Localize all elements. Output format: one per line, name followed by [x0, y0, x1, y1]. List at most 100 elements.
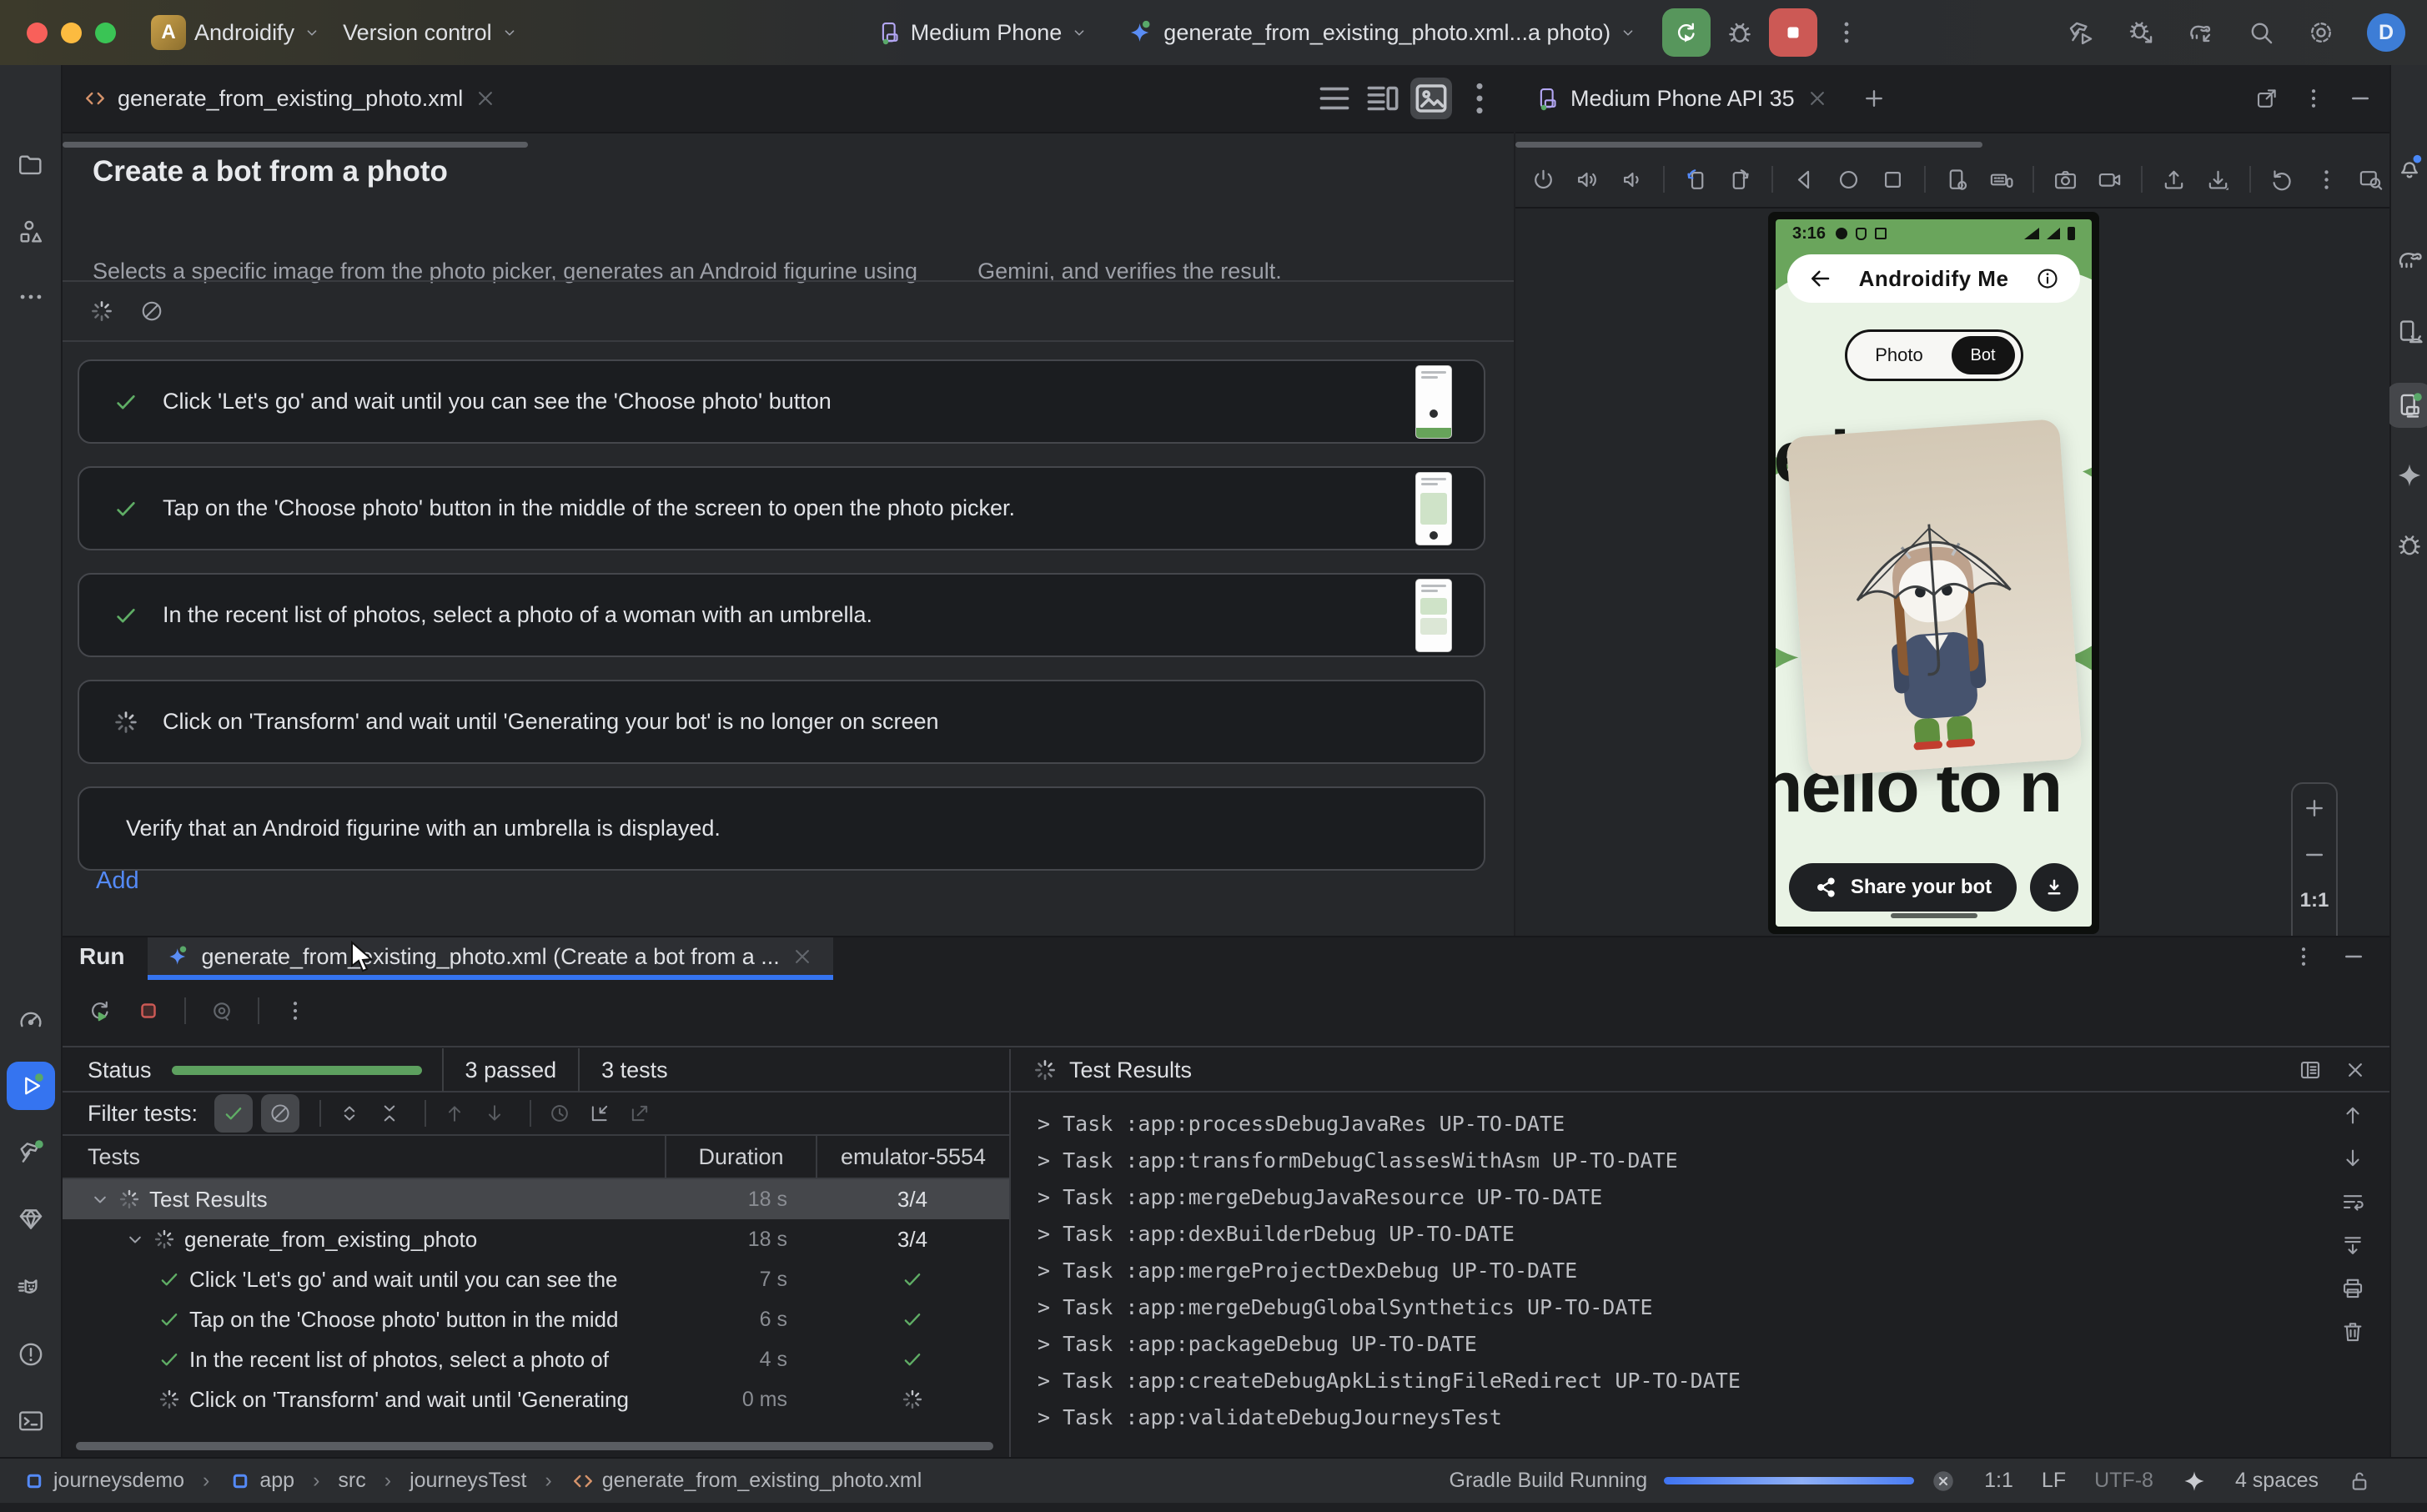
share-your-bot-button[interactable]: Share your bot [1789, 863, 2017, 912]
more-horizontal-icon[interactable] [7, 273, 55, 321]
info-icon[interactable] [2035, 266, 2060, 291]
editor-scroll-indicator[interactable] [63, 142, 528, 148]
hide-panel-icon[interactable] [2341, 944, 2366, 969]
rotate-left-icon[interactable] [1683, 167, 1709, 193]
zoom-1to1-button[interactable]: 1:1 [2300, 889, 2329, 912]
device-selector[interactable]: Medium Phone [877, 20, 1089, 46]
editor-kebab-icon[interactable] [1459, 78, 1500, 119]
test-tree-row[interactable]: Tap on the 'Choose photo' button in the … [63, 1299, 1009, 1339]
display-mode-zoom-icon[interactable] [2358, 167, 2384, 193]
editor-tab[interactable]: generate_from_existing_photo.xml [63, 65, 518, 132]
journey-step-card[interactable]: In the recent list of photos, select a p… [78, 573, 1485, 657]
stop-button[interactable] [1769, 8, 1817, 57]
next-test-icon[interactable] [478, 1102, 511, 1125]
view-list-icon[interactable] [1314, 78, 1355, 119]
download-bot-button[interactable] [2030, 863, 2078, 912]
chevron-down-icon[interactable] [123, 1228, 148, 1251]
minimize-window-button[interactable] [61, 23, 82, 43]
new-tab-plus-icon[interactable] [1862, 86, 1887, 111]
filter-ignored-button[interactable] [261, 1094, 299, 1133]
close-window-button[interactable] [27, 23, 48, 43]
project-menu[interactable]: A Androidify [151, 15, 321, 50]
structure-icon[interactable] [7, 208, 55, 256]
close-icon[interactable] [1805, 86, 1830, 111]
step-screenshot-thumbnail[interactable] [1415, 365, 1452, 439]
rerun-button[interactable] [1662, 8, 1711, 57]
phone-screen[interactable]: 3:16 Androidify Me Photo [1776, 219, 2092, 927]
nav-home-icon[interactable] [1836, 167, 1862, 193]
line-ending[interactable]: LF [2042, 1469, 2066, 1493]
console-output[interactable]: > Task :app:processDebugJavaRes UP-TO-DA… [1011, 1093, 2319, 1457]
caret-position[interactable]: 1:1 [1984, 1469, 2013, 1493]
cancel-build-icon[interactable] [1931, 1469, 1956, 1494]
insights-bug-icon[interactable] [2387, 523, 2427, 568]
cancel-circle-slash-icon[interactable] [139, 299, 164, 324]
step-screenshot-thumbnail[interactable] [1415, 472, 1452, 545]
scroll-down-icon[interactable] [2340, 1146, 2365, 1171]
test-tree-row[interactable]: Click on 'Transform' and wait until 'Gen… [63, 1379, 1009, 1419]
photo-bot-toggle[interactable]: Photo Bot [1845, 329, 2023, 381]
attach-debugger-icon[interactable] [2127, 18, 2155, 47]
rerun-tests-icon[interactable] [88, 998, 113, 1023]
zoom-in-icon[interactable] [2302, 796, 2327, 821]
collapse-all-icon[interactable] [373, 1102, 406, 1125]
folder-icon[interactable] [7, 141, 55, 189]
screen-record-icon[interactable] [2097, 167, 2123, 193]
previous-test-icon[interactable] [438, 1102, 471, 1125]
logcat-cat-icon[interactable] [7, 1263, 55, 1312]
tests-horizontal-scrollbar[interactable] [76, 1442, 993, 1450]
gemini-star-icon[interactable] [2387, 453, 2427, 498]
close-console-icon[interactable] [2343, 1057, 2368, 1083]
terminal-icon[interactable] [7, 1397, 55, 1445]
step-screenshot-thumbnail[interactable] [1415, 579, 1452, 652]
minimize-panel-icon[interactable] [2348, 86, 2373, 111]
journey-step-card[interactable]: Verify that an Android figurine with an … [78, 786, 1485, 871]
build-hammer-icon[interactable] [7, 1128, 55, 1177]
back-arrow-icon[interactable] [1807, 266, 1832, 291]
indent-setting[interactable]: 4 spaces [2235, 1469, 2319, 1493]
upload-file-icon[interactable] [2161, 167, 2187, 193]
more-actions-kebab[interactable] [1832, 18, 1861, 47]
notifications-bell-icon[interactable] [2387, 144, 2427, 189]
view-split-icon[interactable] [1362, 78, 1404, 119]
test-history-clock-icon[interactable] [543, 1102, 576, 1125]
running-devices-icon[interactable] [2387, 383, 2427, 428]
nav-overview-icon[interactable] [1880, 167, 1906, 193]
version-control-menu[interactable]: Version control [343, 20, 519, 46]
breadcrumb-item[interactable]: journeysdemo [22, 1469, 184, 1494]
kebab-icon[interactable] [2314, 167, 2339, 193]
journey-step-card[interactable]: Click on 'Transform' and wait until 'Gen… [78, 680, 1485, 764]
test-tree-row[interactable]: generate_from_existing_photo 18 s 3/4 [63, 1219, 1009, 1259]
nav-back-icon[interactable] [1791, 167, 1817, 193]
breadcrumb-item[interactable]: generate_from_existing_photo.xml [570, 1469, 922, 1494]
console-layout-icon[interactable] [2298, 1057, 2323, 1083]
journey-step-card[interactable]: Click 'Let's go' and wait until you can … [78, 359, 1485, 444]
profiler-gauge-icon[interactable] [7, 996, 55, 1044]
device-manager-icon[interactable] [2387, 309, 2427, 354]
scroll-up-icon[interactable] [2340, 1103, 2365, 1128]
run-panel-kebab-icon[interactable] [2291, 944, 2316, 969]
add-step-link[interactable]: Add [96, 867, 139, 895]
search-icon[interactable] [2247, 18, 2275, 47]
volume-down-icon[interactable] [1619, 167, 1645, 193]
toggle-photo-option[interactable]: Photo [1847, 344, 1952, 366]
breadcrumb-item[interactable]: journeysTest [410, 1469, 526, 1493]
user-avatar[interactable]: D [2367, 13, 2405, 52]
settings-gear-icon[interactable] [2307, 18, 2335, 47]
zoom-out-icon[interactable] [2302, 842, 2327, 867]
screenshot-camera-icon[interactable] [2053, 167, 2078, 193]
soft-wrap-icon[interactable] [2340, 1189, 2365, 1214]
problems-icon[interactable] [7, 1330, 55, 1379]
close-icon[interactable] [473, 86, 498, 111]
rotate-right-icon[interactable] [1727, 167, 1753, 193]
test-tree-row[interactable]: Click 'Let's go' and wait until you can … [63, 1259, 1009, 1299]
lock-unlocked-icon[interactable] [2347, 1469, 2372, 1494]
export-tests-icon[interactable] [623, 1102, 656, 1125]
print-icon[interactable] [2340, 1276, 2365, 1301]
volume-up-icon[interactable] [1575, 167, 1600, 193]
import-tests-icon[interactable] [583, 1102, 616, 1125]
download-file-icon[interactable] [2205, 167, 2231, 193]
emulator-kebab-icon[interactable] [2301, 86, 2326, 111]
emulator-scroll-indicator[interactable] [1515, 142, 1982, 148]
filter-passed-button[interactable] [214, 1094, 253, 1133]
